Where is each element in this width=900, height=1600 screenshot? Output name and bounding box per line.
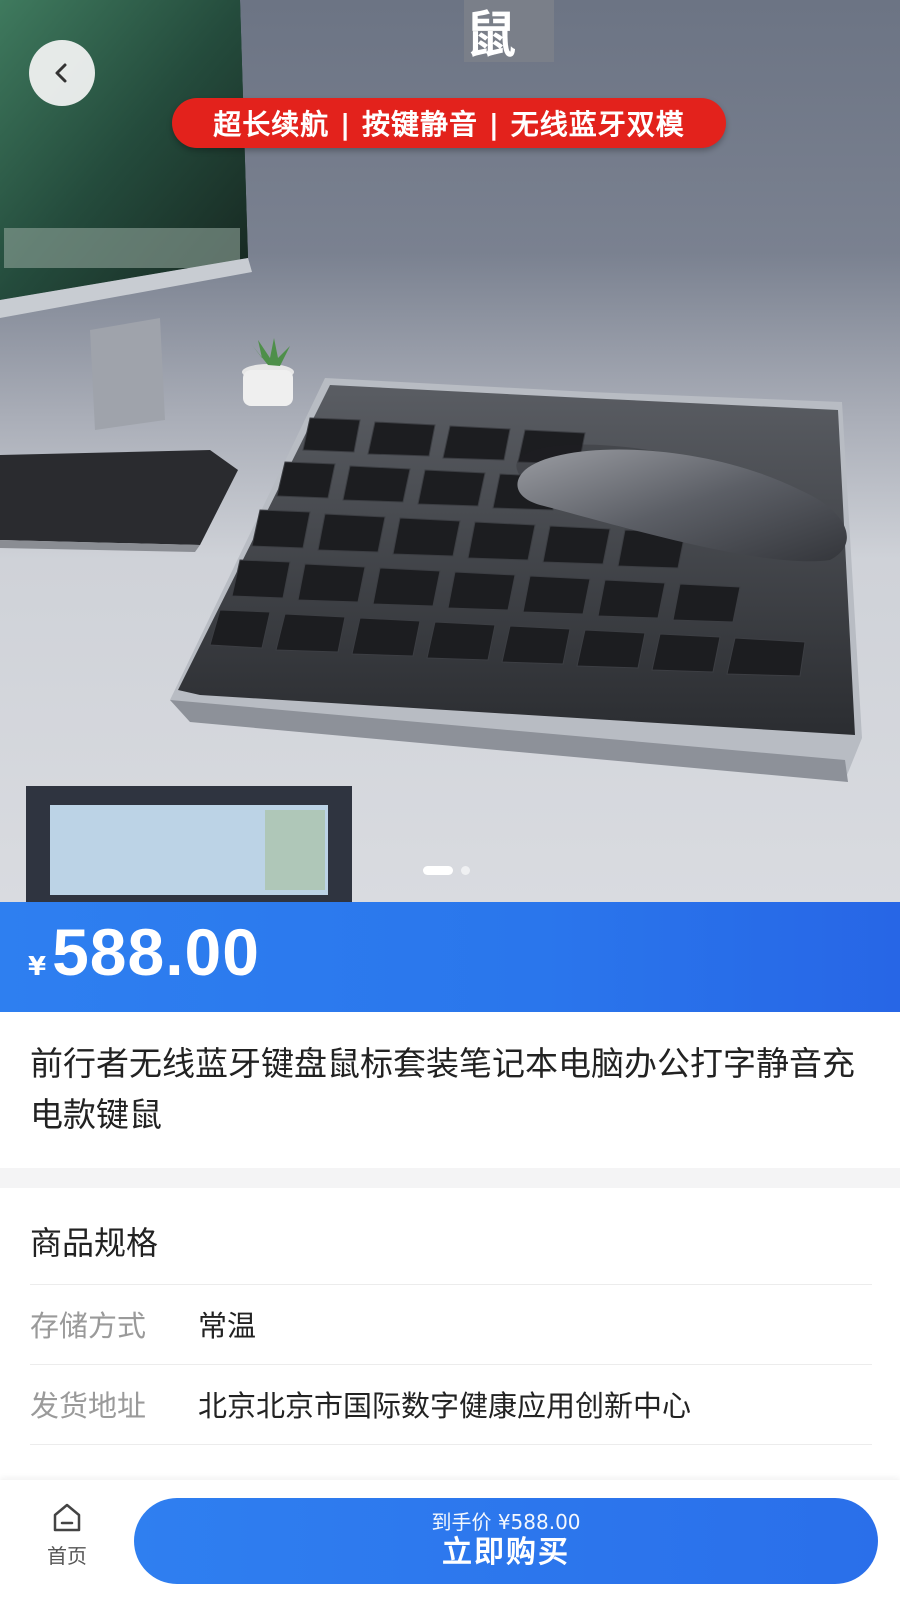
chevron-left-icon [55, 63, 67, 83]
home-tab-label: 首页 [47, 1544, 87, 1568]
spec-value: 常温 [198, 1309, 257, 1343]
home-tab[interactable]: 首页 [28, 1500, 106, 1580]
spec-value: 北京北京市国际数字健康应用创新中心 [198, 1389, 692, 1423]
spec-section: 商品规格 存储方式 常温 发货地址 北京北京市国际数字健康应用创新中心 [0, 1188, 900, 1488]
final-price-text: 到手价 ¥588.00 [431, 1510, 581, 1534]
product-title-card: 前行者无线蓝牙键盘鼠标套装笔记本电脑办公打字静音充电款键鼠 [0, 1012, 900, 1168]
carousel-indicator [423, 866, 470, 875]
bottom-action-bar: 首页 到手价 ¥588.00 立即购买 [0, 1480, 900, 1600]
spec-heading: 商品规格 [30, 1224, 159, 1262]
home-icon [53, 1503, 81, 1532]
price-amount: 588.00 [52, 915, 260, 989]
currency-symbol: ¥ [28, 952, 47, 982]
spec-row: 发货地址 北京北京市国际数字健康应用创新中心 [30, 1364, 872, 1444]
product-image-carousel[interactable]: 鼠 超长续航 | 按键静音 | 无线蓝牙双模 [0, 0, 900, 902]
product-title: 前行者无线蓝牙键盘鼠标套装笔记本电脑办公打字静音充电款键鼠 [30, 1044, 855, 1134]
buy-now-button[interactable]: 到手价 ¥588.00 立即购买 [134, 1498, 878, 1584]
carousel-dot-2[interactable] [461, 866, 470, 875]
price-bar: ¥ 588.00 [0, 902, 900, 1012]
spec-label: 发货地址 [30, 1389, 147, 1423]
carousel-dot-1[interactable] [423, 866, 453, 875]
spec-row: 存储方式 常温 [30, 1284, 872, 1364]
feature-banner: 超长续航 | 按键静音 | 无线蓝牙双模 [172, 98, 726, 148]
divider [30, 1444, 872, 1445]
buy-now-label: 立即购买 [442, 1535, 570, 1570]
svg-text:鼠: 鼠 [466, 6, 516, 64]
spec-label: 存储方式 [30, 1309, 147, 1343]
back-button[interactable] [29, 40, 95, 106]
